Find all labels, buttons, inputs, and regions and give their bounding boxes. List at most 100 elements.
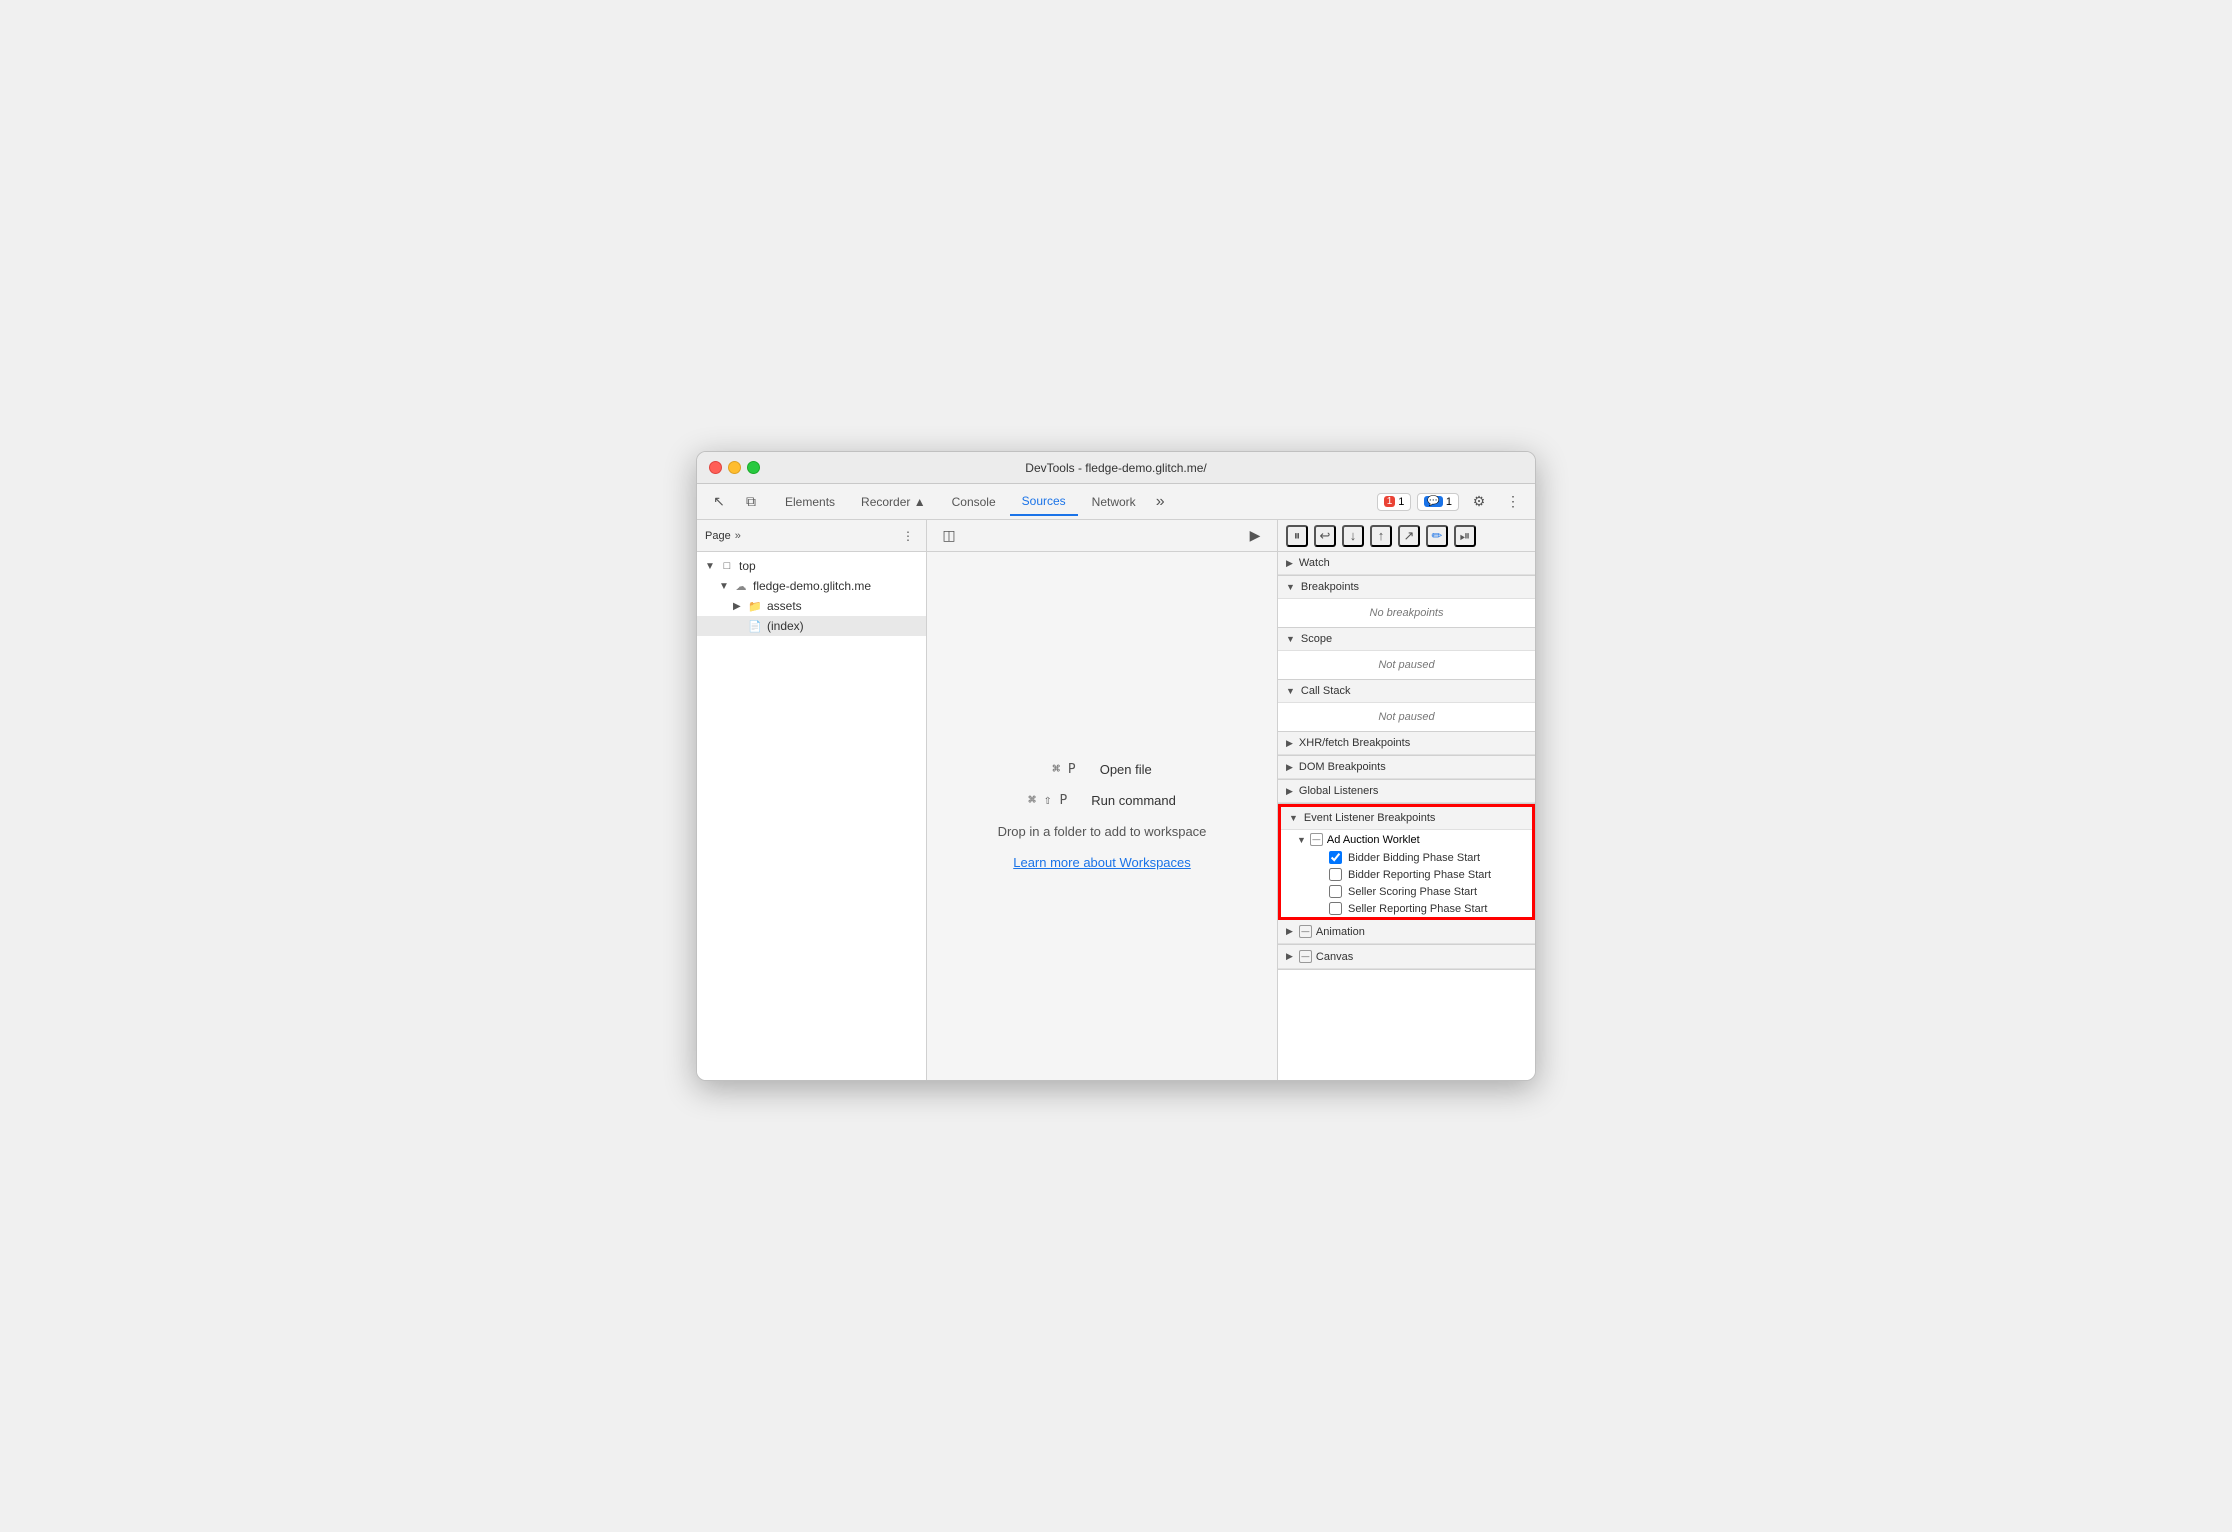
section-header-dom[interactable]: ▶ DOM Breakpoints [1278, 756, 1535, 779]
section-global-listeners: ▶ Global Listeners [1278, 780, 1535, 804]
settings-button[interactable]: ⚙ [1465, 488, 1493, 516]
inspect-button[interactable]: ⧉ [737, 488, 765, 516]
arrow-global: ▶ [1286, 786, 1293, 797]
dash-icon-ad-auction [1310, 833, 1323, 846]
minimize-button[interactable] [728, 461, 741, 474]
folder-icon-top: □ [719, 558, 735, 574]
section-title-watch: Watch [1299, 557, 1330, 569]
tab-recorder[interactable]: Recorder ▲ [849, 489, 938, 515]
section-title-global: Global Listeners [1299, 785, 1379, 797]
error-count: 1 [1384, 496, 1396, 507]
tab-network[interactable]: Network [1080, 489, 1148, 515]
section-dom-breakpoints: ▶ DOM Breakpoints [1278, 756, 1535, 780]
section-title-event-listener: Event Listener Breakpoints [1304, 812, 1435, 824]
step-over-button[interactable]: ↩ [1314, 525, 1336, 547]
left-panel: Page » ⋮ ▼ □ top ▼ ☁ fledge-demo.glitch.… [697, 520, 927, 1080]
section-scope: ▼ Scope Not paused [1278, 628, 1535, 680]
section-header-global[interactable]: ▶ Global Listeners [1278, 780, 1535, 803]
step-out-button[interactable]: ↑ [1370, 525, 1392, 547]
section-event-listener-breakpoints: ▼ Event Listener Breakpoints ▼ Ad Auctio… [1278, 804, 1535, 920]
checkbox-bidder-reporting[interactable] [1329, 868, 1342, 881]
checkbox-seller-scoring[interactable] [1329, 885, 1342, 898]
step-into-button[interactable]: ↓ [1342, 525, 1364, 547]
workspace-link[interactable]: Learn more about Workspaces [1013, 855, 1191, 870]
section-header-animation[interactable]: ▶ Animation [1278, 920, 1535, 944]
play-button[interactable]: ▶ [1241, 522, 1269, 550]
devtools-window: DevTools - fledge-demo.glitch.me/ ↖ ⧉ El… [696, 451, 1536, 1081]
tree-item-fledge[interactable]: ▼ ☁ fledge-demo.glitch.me [697, 576, 926, 596]
tree-label-fledge: fledge-demo.glitch.me [753, 579, 871, 593]
panel-more-icon[interactable]: » [735, 530, 741, 542]
subsection-header-ad-auction[interactable]: ▼ Ad Auction Worklet [1281, 830, 1532, 849]
checkbox-item-bidder-bidding: Bidder Bidding Phase Start [1281, 849, 1532, 866]
section-header-breakpoints[interactable]: ▼ Breakpoints [1278, 576, 1535, 599]
tabbar-left: ↖ ⧉ [705, 488, 765, 516]
section-title-canvas: Canvas [1316, 951, 1353, 963]
tree-label-assets: assets [767, 599, 802, 613]
right-content: ▶ Watch ▼ Breakpoints No breakpoints ▼ [1278, 552, 1535, 1080]
tabs: Elements Recorder ▲ Console Sources Netw… [773, 488, 1377, 516]
shortcut-label-open: Open file [1100, 762, 1152, 777]
three-dots-button[interactable]: ⋮ [898, 526, 918, 546]
section-call-stack: ▼ Call Stack Not paused [1278, 680, 1535, 732]
section-header-event-listener[interactable]: ▼ Event Listener Breakpoints [1281, 807, 1532, 830]
label-seller-scoring: Seller Scoring Phase Start [1348, 886, 1477, 898]
pause-button[interactable]: ⏸ [1286, 525, 1308, 547]
subsection-title-ad-auction: Ad Auction Worklet [1327, 834, 1420, 846]
step-button[interactable]: ↗ [1398, 525, 1420, 547]
tree-item-assets[interactable]: ▶ 📁 assets [697, 596, 926, 616]
file-icon-index: 📄 [747, 618, 763, 634]
deactivate-breakpoints-button[interactable]: ✏ [1426, 525, 1448, 547]
section-title-dom: DOM Breakpoints [1299, 761, 1386, 773]
messages-badge-button[interactable]: 💬 1 [1417, 493, 1459, 511]
errors-badge-button[interactable]: 1 1 [1377, 493, 1412, 511]
section-header-scope[interactable]: ▼ Scope [1278, 628, 1535, 651]
tabbar: ↖ ⧉ Elements Recorder ▲ Console Sources … [697, 484, 1535, 520]
tab-sources[interactable]: Sources [1010, 488, 1078, 516]
section-header-call-stack[interactable]: ▼ Call Stack [1278, 680, 1535, 703]
section-header-xhr[interactable]: ▶ XHR/fetch Breakpoints [1278, 732, 1535, 755]
checkbox-bidder-bidding[interactable] [1329, 851, 1342, 864]
checkbox-item-seller-scoring: Seller Scoring Phase Start [1281, 883, 1532, 900]
arrow-event-listener: ▼ [1289, 813, 1298, 823]
section-canvas: ▶ Canvas [1278, 945, 1535, 970]
shortcut-open-file: ⌘ P Open file [1052, 762, 1152, 777]
arrow-xhr: ▶ [1286, 738, 1293, 749]
error-badge-label: 1 [1398, 496, 1404, 508]
cursor-tool-button[interactable]: ↖ [705, 488, 733, 516]
message-icon: 💬 [1424, 496, 1442, 507]
checkbox-item-bidder-reporting: Bidder Reporting Phase Start [1281, 866, 1532, 883]
shortcut-run-command: ⌘ ⇧ P Run command [1028, 793, 1176, 808]
tree-item-top[interactable]: ▼ □ top [697, 556, 926, 576]
close-button[interactable] [709, 461, 722, 474]
section-header-canvas[interactable]: ▶ Canvas [1278, 945, 1535, 969]
arrow-animation: ▶ [1286, 926, 1293, 937]
editor-toolbar: ◫ ▶ [927, 520, 1277, 552]
checkbox-seller-reporting[interactable] [1329, 902, 1342, 915]
sidebar-toggle-button[interactable]: ◫ [935, 522, 963, 550]
maximize-button[interactable] [747, 461, 760, 474]
right-panel: ⏸ ↩ ↓ ↑ ↗ ✏ ⏯ ▶ Watch [1277, 520, 1535, 1080]
debugger-toolbar: ⏸ ↩ ↓ ↑ ↗ ✏ ⏯ [1278, 520, 1535, 552]
more-tabs-button[interactable]: » [1150, 489, 1171, 515]
cloud-icon: ☁ [733, 578, 749, 594]
label-seller-reporting: Seller Reporting Phase Start [1348, 903, 1487, 915]
traffic-lights [709, 461, 760, 474]
dash-icon-animation [1299, 925, 1312, 938]
more-options-button[interactable]: ⋮ [1499, 488, 1527, 516]
arrow-fledge: ▼ [719, 581, 733, 592]
tree-label-top: top [739, 559, 756, 573]
tab-console[interactable]: Console [940, 489, 1008, 515]
arrow-top: ▼ [705, 561, 719, 572]
tree-item-index[interactable]: 📄 (index) [697, 616, 926, 636]
pause-on-exceptions-button[interactable]: ⏯ [1454, 525, 1476, 547]
arrow-assets: ▶ [733, 601, 747, 612]
editor-content: ⌘ P Open file ⌘ ⇧ P Run command Drop in … [927, 552, 1277, 1080]
panel-header-actions: ⋮ [898, 526, 918, 546]
shortcut-label-run: Run command [1091, 793, 1176, 808]
section-header-watch[interactable]: ▶ Watch [1278, 552, 1535, 575]
file-tree: ▼ □ top ▼ ☁ fledge-demo.glitch.me ▶ 📁 as… [697, 552, 926, 1080]
label-bidder-reporting: Bidder Reporting Phase Start [1348, 869, 1491, 881]
arrow-canvas: ▶ [1286, 951, 1293, 962]
tab-elements[interactable]: Elements [773, 489, 847, 515]
